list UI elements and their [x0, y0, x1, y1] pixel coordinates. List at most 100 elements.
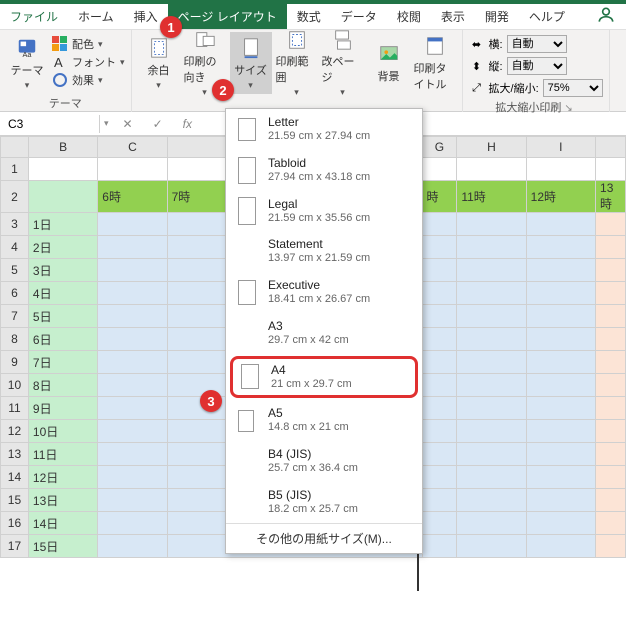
enter-icon[interactable]: ✓: [143, 117, 173, 131]
marker-1: 1: [160, 16, 182, 38]
name-box[interactable]: C3: [0, 115, 100, 133]
row-header[interactable]: 2: [1, 181, 29, 213]
cell[interactable]: 5日: [28, 305, 97, 328]
colors-button[interactable]: 配色▾: [52, 36, 125, 52]
scale-select[interactable]: 75%: [543, 79, 603, 97]
col-header[interactable]: G: [422, 137, 457, 158]
scale-pct[interactable]: ⤢拡大/縮小:75%: [469, 78, 603, 98]
size-option[interactable]: Letter21.59 cm x 27.94 cm: [226, 109, 422, 150]
row-header[interactable]: 17: [1, 535, 29, 558]
cell[interactable]: 14日: [28, 512, 97, 535]
tab-home[interactable]: ホーム: [68, 4, 124, 29]
row-header[interactable]: 5: [1, 259, 29, 282]
row-header[interactable]: 9: [1, 351, 29, 374]
cell[interactable]: 12時: [526, 181, 595, 213]
size-option[interactable]: A329.7 cm x 42 cm: [226, 313, 422, 354]
col-header[interactable]: C: [98, 137, 167, 158]
size-option[interactable]: Tabloid27.94 cm x 43.18 cm: [226, 150, 422, 191]
background-button[interactable]: 背景: [368, 32, 410, 94]
breaks-icon: [331, 29, 355, 51]
account-icon[interactable]: [586, 1, 626, 32]
cell[interactable]: 4日: [28, 282, 97, 305]
margins-icon: [147, 36, 171, 60]
cell[interactable]: 12日: [28, 466, 97, 489]
page-icon: [238, 157, 256, 184]
tab-file[interactable]: ファイル: [0, 4, 68, 29]
row-header[interactable]: 4: [1, 236, 29, 259]
tab-data[interactable]: データ: [331, 4, 387, 29]
cell[interactable]: 3日: [28, 259, 97, 282]
row-header[interactable]: 3: [1, 213, 29, 236]
row-header[interactable]: 15: [1, 489, 29, 512]
cell[interactable]: 6時: [98, 181, 167, 213]
size-option[interactable]: Legal21.59 cm x 35.56 cm: [226, 191, 422, 232]
cell[interactable]: 11日: [28, 443, 97, 466]
tab-formula[interactable]: 数式: [287, 4, 331, 29]
size-option[interactable]: A421 cm x 29.7 cm: [230, 356, 418, 399]
print-area-icon: [285, 29, 309, 51]
width-icon: ⬌: [469, 36, 485, 52]
col-header[interactable]: B: [28, 137, 97, 158]
themes-button[interactable]: Aa テーマ▾: [6, 32, 48, 94]
fonts-button[interactable]: Aフォント▾: [52, 54, 125, 70]
cell[interactable]: 時: [422, 181, 457, 213]
row-header[interactable]: 6: [1, 282, 29, 305]
row-header[interactable]: 7: [1, 305, 29, 328]
more-sizes[interactable]: その他の用紙サイズ(M)...: [226, 523, 422, 553]
tab-dev[interactable]: 開発: [475, 4, 519, 29]
size-dropdown: Letter21.59 cm x 27.94 cmTabloid27.94 cm…: [225, 108, 423, 554]
margins-button[interactable]: 余白▾: [138, 32, 180, 94]
size-option[interactable]: Statement13.97 cm x 21.59 cm: [226, 231, 422, 272]
cancel-icon[interactable]: ✕: [113, 117, 143, 131]
cell[interactable]: 2日: [28, 236, 97, 259]
group-themes-label: テーマ: [6, 94, 125, 112]
scale-icon: ⤢: [469, 80, 485, 96]
cell[interactable]: 13日: [28, 489, 97, 512]
row-header[interactable]: 14: [1, 466, 29, 489]
cell[interactable]: 10日: [28, 420, 97, 443]
row-header[interactable]: 16: [1, 512, 29, 535]
effects-icon: [52, 72, 68, 88]
row-header[interactable]: 12: [1, 420, 29, 443]
cell[interactable]: 13時: [596, 181, 626, 213]
row-header[interactable]: 1: [1, 158, 29, 181]
row-header[interactable]: 11: [1, 397, 29, 420]
ribbon: Aa テーマ▾ 配色▾ Aフォント▾ 効果▾ テーマ 余白▾ 印刷の向き▾ サイ…: [0, 30, 626, 112]
col-header[interactable]: I: [526, 137, 595, 158]
col-header[interactable]: H: [457, 137, 526, 158]
page-icon: [241, 364, 259, 389]
select-all[interactable]: [1, 137, 29, 158]
cell[interactable]: 15日: [28, 535, 97, 558]
scale-width[interactable]: ⬌横:自動: [469, 34, 603, 54]
effects-button[interactable]: 効果▾: [52, 72, 125, 88]
marker-2: 2: [212, 79, 234, 101]
cell[interactable]: 9日: [28, 397, 97, 420]
cell[interactable]: 7日: [28, 351, 97, 374]
tab-view[interactable]: 表示: [431, 4, 475, 29]
height-icon: ⬍: [469, 58, 485, 74]
row-header[interactable]: 8: [1, 328, 29, 351]
font-icon: A: [52, 54, 68, 70]
tab-review[interactable]: 校閲: [387, 4, 431, 29]
height-select[interactable]: 自動: [507, 57, 567, 75]
tab-layout[interactable]: ページ レイアウト: [168, 4, 287, 29]
cell[interactable]: 11時: [457, 181, 526, 213]
scale-height[interactable]: ⬍縦:自動: [469, 56, 603, 76]
size-button[interactable]: サイズ▾: [230, 32, 272, 94]
width-select[interactable]: 自動: [507, 35, 567, 53]
size-option[interactable]: A514.8 cm x 21 cm: [226, 400, 422, 441]
dialog-launcher-icon[interactable]: ↘: [564, 103, 575, 114]
breaks-button[interactable]: 改ページ▾: [322, 32, 364, 94]
cell[interactable]: 6日: [28, 328, 97, 351]
row-header[interactable]: 10: [1, 374, 29, 397]
size-option[interactable]: B5 (JIS)18.2 cm x 25.7 cm: [226, 482, 422, 523]
size-option[interactable]: B4 (JIS)25.7 cm x 36.4 cm: [226, 441, 422, 482]
size-option[interactable]: Executive18.41 cm x 26.67 cm: [226, 272, 422, 313]
print-area-button[interactable]: 印刷範囲▾: [276, 32, 318, 94]
fx-icon[interactable]: fx: [173, 117, 202, 131]
cell[interactable]: 8日: [28, 374, 97, 397]
cell[interactable]: 1日: [28, 213, 97, 236]
tab-help[interactable]: ヘルプ: [519, 4, 575, 29]
row-header[interactable]: 13: [1, 443, 29, 466]
print-titles-button[interactable]: 印刷タイトル: [414, 32, 456, 94]
